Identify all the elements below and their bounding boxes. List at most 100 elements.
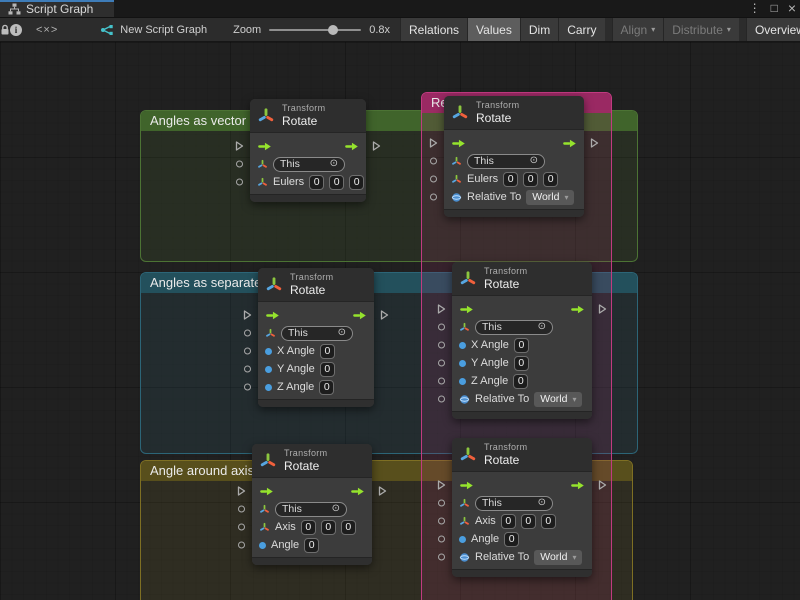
vector-z-field[interactable]: 0 <box>349 175 364 190</box>
vector-x-field[interactable]: 0 <box>501 514 516 529</box>
code-view-button[interactable]: <×> <box>22 24 72 36</box>
vector-y-field[interactable]: 0 <box>329 175 344 190</box>
relations-button[interactable]: Relations <box>400 18 467 41</box>
value-input-port[interactable] <box>438 360 445 367</box>
zoom-slider[interactable] <box>269 29 361 31</box>
value-input-port[interactable] <box>244 348 251 355</box>
value-input-port[interactable] <box>244 366 251 373</box>
z-angle-field[interactable]: 0 <box>513 374 528 389</box>
angle-field[interactable]: 0 <box>304 538 319 553</box>
info-button[interactable]: i <box>10 18 22 41</box>
flow-output-port[interactable] <box>372 141 381 152</box>
node-transform-rotate[interactable]: Transform Rotate This ⊙ <box>258 268 374 407</box>
new-script-graph-button[interactable]: New Script Graph <box>90 24 217 36</box>
this-object-field[interactable]: This ⊙ <box>275 502 347 517</box>
node-transform-rotate[interactable]: Transform Rotate This ⊙ <box>452 438 592 577</box>
values-button[interactable]: Values <box>467 18 520 41</box>
value-input-port[interactable] <box>236 179 243 186</box>
value-input-port[interactable] <box>238 524 245 531</box>
flow-input-port[interactable] <box>243 310 252 321</box>
flow-output-port[interactable] <box>378 486 387 497</box>
lock-button[interactable] <box>0 18 10 41</box>
flow-output-port[interactable] <box>598 480 607 491</box>
value-input-port[interactable] <box>438 396 445 403</box>
value-input-port[interactable] <box>238 506 245 513</box>
value-input-port[interactable] <box>238 542 245 549</box>
value-input-port[interactable] <box>438 342 445 349</box>
vector-x-field[interactable]: 0 <box>309 175 324 190</box>
vector-y-field[interactable]: 0 <box>521 514 536 529</box>
node-header[interactable]: Transform Rotate <box>252 444 372 478</box>
node-header[interactable]: Transform Rotate <box>444 96 584 130</box>
z-angle-field[interactable]: 0 <box>319 380 334 395</box>
target-picker-icon[interactable]: ⊙ <box>530 156 538 166</box>
flow-input-port[interactable] <box>235 141 244 152</box>
flow-output-port[interactable] <box>598 304 607 315</box>
target-picker-icon[interactable]: ⊙ <box>330 159 338 169</box>
dim-button[interactable]: Dim <box>520 18 558 41</box>
value-input-port[interactable] <box>438 500 445 507</box>
window-close-icon[interactable]: × <box>788 0 796 17</box>
node-transform-rotate[interactable]: Transform Rotate This ⊙ <box>452 262 592 419</box>
flow-input-port[interactable] <box>437 480 446 491</box>
relative-to-dropdown[interactable]: World ▾ <box>526 190 574 205</box>
graph-canvas[interactable]: Angles as vector Angles as separate floa… <box>0 42 800 600</box>
target-picker-icon[interactable]: ⊙ <box>538 322 546 332</box>
value-input-port[interactable] <box>430 194 437 201</box>
vector-y-field[interactable]: 0 <box>321 520 336 535</box>
node-transform-rotate[interactable]: Transform Rotate This ⊙ <box>250 99 366 202</box>
flow-input-port[interactable] <box>437 304 446 315</box>
zoom-slider-thumb[interactable] <box>328 25 338 35</box>
tab-script-graph[interactable]: Script Graph <box>0 0 114 17</box>
value-input-port[interactable] <box>244 384 251 391</box>
relative-to-dropdown[interactable]: World ▾ <box>534 392 582 407</box>
node-transform-rotate[interactable]: Transform Rotate This ⊙ <box>444 96 584 217</box>
vector-y-field[interactable]: 0 <box>523 172 538 187</box>
vector-z-field[interactable]: 0 <box>541 514 556 529</box>
vector-z-field[interactable]: 0 <box>341 520 356 535</box>
vector-x-field[interactable]: 0 <box>503 172 518 187</box>
align-button[interactable]: Align▾ <box>612 18 664 41</box>
y-angle-field[interactable]: 0 <box>320 362 335 377</box>
node-transform-rotate[interactable]: Transform Rotate This ⊙ <box>252 444 372 565</box>
node-header[interactable]: Transform Rotate <box>452 262 592 296</box>
value-input-port[interactable] <box>438 536 445 543</box>
node-footer <box>258 399 374 407</box>
flow-output-port[interactable] <box>590 138 599 149</box>
y-angle-field[interactable]: 0 <box>514 356 529 371</box>
node-title: Rotate <box>476 111 519 125</box>
distribute-button[interactable]: Distribute▾ <box>663 18 739 41</box>
target-picker-icon[interactable]: ⊙ <box>332 504 340 514</box>
node-header[interactable]: Transform Rotate <box>250 99 366 133</box>
value-input-port[interactable] <box>438 554 445 561</box>
carry-button[interactable]: Carry <box>558 18 604 41</box>
overview-button[interactable]: Overview <box>746 18 800 41</box>
vector-x-field[interactable]: 0 <box>301 520 316 535</box>
relative-to-dropdown[interactable]: World ▾ <box>534 550 582 565</box>
target-picker-icon[interactable]: ⊙ <box>538 498 546 508</box>
flow-input-port[interactable] <box>429 138 438 149</box>
value-input-port[interactable] <box>236 161 243 168</box>
vector-z-field[interactable]: 0 <box>543 172 558 187</box>
x-angle-field[interactable]: 0 <box>320 344 335 359</box>
value-input-port[interactable] <box>244 330 251 337</box>
this-object-field[interactable]: This ⊙ <box>273 157 345 172</box>
value-input-port[interactable] <box>438 518 445 525</box>
target-picker-icon[interactable]: ⊙ <box>338 328 346 338</box>
flow-input-port[interactable] <box>237 486 246 497</box>
this-object-field[interactable]: This ⊙ <box>475 320 553 335</box>
value-input-port[interactable] <box>430 176 437 183</box>
node-header[interactable]: Transform Rotate <box>452 438 592 472</box>
value-input-port[interactable] <box>430 158 437 165</box>
this-object-field[interactable]: This ⊙ <box>475 496 553 511</box>
x-angle-field[interactable]: 0 <box>514 338 529 353</box>
this-object-field[interactable]: This ⊙ <box>281 326 353 341</box>
value-input-port[interactable] <box>438 324 445 331</box>
value-input-port[interactable] <box>438 378 445 385</box>
flow-output-port[interactable] <box>380 310 389 321</box>
window-maximize-icon[interactable]: □ <box>771 0 778 17</box>
node-header[interactable]: Transform Rotate <box>258 268 374 302</box>
angle-field[interactable]: 0 <box>504 532 519 547</box>
this-object-field[interactable]: This ⊙ <box>467 154 545 169</box>
window-menu-icon[interactable]: ⋮ <box>749 0 761 17</box>
